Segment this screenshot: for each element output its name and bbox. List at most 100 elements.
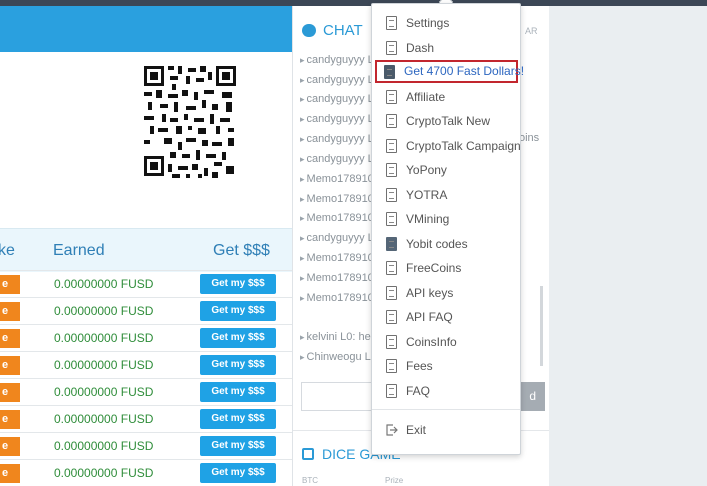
menu-item-cryptotalk-new[interactable]: CryptoTalk New (380, 110, 518, 132)
menu-item-dash[interactable]: Dash (380, 37, 518, 59)
expand-arrow-icon: ▸ (300, 154, 305, 164)
chat-message[interactable]: ▸ candyguyyy L1 (300, 232, 380, 244)
table-row: e 0.00000000 FUSD Get my $$$ (0, 459, 292, 486)
earned-amount: 0.00000000 FUSD (54, 439, 154, 453)
qr-code (142, 62, 238, 180)
expand-arrow-icon: ▸ (300, 273, 305, 283)
earned-column-header: Earned (53, 242, 105, 259)
user-dropdown-menu: Settings Dash Get 4700 Fast Dollars! Aff… (371, 3, 524, 455)
right-background (549, 6, 707, 486)
menu-item-cryptotalk-campaign[interactable]: CryptoTalk Campaign (380, 135, 521, 157)
chat-message[interactable]: ▸ candyguyyy L1 (300, 74, 380, 86)
menu-item-freecoins[interactable]: FreeCoins (380, 257, 518, 279)
page-icon (386, 384, 397, 398)
earned-amount: 0.00000000 FUSD (54, 385, 154, 399)
table-row: e 0.00000000 FUSD Get my $$$ (0, 351, 292, 378)
earned-amount: 0.00000000 FUSD (54, 412, 154, 426)
left-panel: ke Earned Get $$$ e 0.00000000 FUSD Get … (0, 6, 292, 486)
settings-icon (386, 16, 397, 30)
chat-title: CHAT (323, 22, 363, 39)
chat-message[interactable]: ▸ Memo1789108 (300, 272, 380, 284)
get-my-money-button[interactable]: Get my $$$ (200, 409, 276, 429)
wallet-icon (386, 237, 397, 251)
chat-message[interactable]: ▸ Chinweogu L0 (300, 351, 377, 363)
stake-button[interactable]: e (0, 275, 20, 294)
page-icon (386, 90, 397, 104)
expand-arrow-icon: ▸ (300, 213, 305, 223)
expand-arrow-icon: ▸ (300, 293, 305, 303)
chat-message[interactable]: ▸ kelvini L0: hell (300, 331, 376, 343)
menu-item-get-fast-dollars[interactable]: Get 4700 Fast Dollars! (375, 60, 524, 83)
chat-scrollbar[interactable] (540, 286, 543, 366)
earned-amount: 0.00000000 FUSD (54, 358, 154, 372)
stake-button[interactable]: e (0, 383, 20, 402)
table-row: e 0.00000000 FUSD Get my $$$ (0, 324, 292, 351)
table-row: e 0.00000000 FUSD Get my $$$ (0, 378, 292, 405)
stake-button[interactable]: e (0, 410, 20, 429)
earnings-table-header: ke Earned Get $$$ (0, 228, 292, 272)
menu-item-yopony[interactable]: YoPony (380, 159, 518, 181)
exit-icon (386, 424, 398, 436)
earned-amount: 0.00000000 FUSD (54, 466, 154, 480)
menu-item-vmining[interactable]: VMining (380, 208, 518, 230)
chat-message[interactable]: ▸ Memo1789108 (300, 173, 380, 185)
chat-message[interactable]: ▸ candyguyyy L1 (300, 153, 380, 165)
stake-button[interactable]: e (0, 437, 20, 456)
get-my-money-button[interactable]: Get my $$$ (200, 355, 276, 375)
page-icon (386, 359, 397, 373)
page-icon (386, 335, 397, 349)
dice-icon (302, 448, 314, 460)
expand-arrow-icon: ▸ (300, 352, 305, 362)
earned-amount: 0.00000000 FUSD (54, 277, 154, 291)
wallet-icon (384, 65, 395, 79)
chat-message[interactable]: ▸ Memo1789108 (300, 212, 380, 224)
expand-arrow-icon: ▸ (300, 253, 305, 263)
menu-item-exit[interactable]: Exit (380, 419, 518, 441)
stake-button[interactable]: e (0, 356, 20, 375)
menu-item-yobit-codes[interactable]: Yobit codes (380, 233, 518, 255)
menu-item-coinsinfo[interactable]: CoinsInfo (380, 331, 518, 353)
page-icon (386, 261, 397, 275)
menu-item-faq[interactable]: FAQ (380, 380, 518, 402)
get-my-money-button[interactable]: Get my $$$ (200, 463, 276, 483)
menu-item-settings[interactable]: Settings (380, 12, 518, 34)
dice-btc-label: BTC (302, 476, 318, 485)
table-row: e 0.00000000 FUSD Get my $$$ (0, 270, 292, 297)
menu-item-affiliate[interactable]: Affiliate (380, 86, 518, 108)
menu-item-fees[interactable]: Fees (380, 355, 518, 377)
get-my-money-button[interactable]: Get my $$$ (200, 382, 276, 402)
menu-item-api-keys[interactable]: API keys (380, 282, 518, 304)
chat-message[interactable]: ▸ Memo1789108 (300, 193, 380, 205)
earned-amount: 0.00000000 FUSD (54, 331, 154, 345)
get-my-money-button[interactable]: Get my $$$ (200, 328, 276, 348)
expand-arrow-icon: ▸ (300, 75, 305, 85)
chat-message[interactable]: ▸ candyguyyy L1 (300, 133, 380, 145)
chat-message[interactable]: ▸ candyguyyy L1 (300, 113, 380, 125)
get-my-money-button[interactable]: Get my $$$ (200, 436, 276, 456)
page-icon (386, 286, 397, 300)
stake-column-header: ke (0, 242, 15, 259)
page-icon (386, 310, 397, 324)
chat-message[interactable]: ▸ Memo1789108 (300, 252, 380, 264)
get-my-money-button[interactable]: Get my $$$ (200, 301, 276, 321)
stake-button[interactable]: e (0, 302, 20, 321)
table-row: e 0.00000000 FUSD Get my $$$ (0, 297, 292, 324)
chat-message[interactable]: ▸ candyguyyy L1 (300, 54, 380, 66)
page-icon (386, 212, 397, 226)
table-row: e 0.00000000 FUSD Get my $$$ (0, 405, 292, 432)
get-my-money-button[interactable]: Get my $$$ (200, 274, 276, 294)
expand-arrow-icon: ▸ (300, 194, 305, 204)
earned-amount: 0.00000000 FUSD (54, 304, 154, 318)
page-icon (386, 41, 397, 55)
stake-button[interactable]: e (0, 464, 20, 483)
chat-message[interactable]: ▸ Memo1789108 (300, 292, 380, 304)
expand-arrow-icon: ▸ (300, 134, 305, 144)
chat-side-label: AR (525, 26, 538, 36)
menu-item-yotra[interactable]: YOTRA (380, 184, 518, 206)
stake-button[interactable]: e (0, 329, 20, 348)
table-row: e 0.00000000 FUSD Get my $$$ (0, 432, 292, 459)
menu-item-api-faq[interactable]: API FAQ (380, 306, 518, 328)
chat-message[interactable]: ▸ candyguyyy L1 (300, 93, 380, 105)
expand-arrow-icon: ▸ (300, 233, 305, 243)
left-header-bar (0, 6, 292, 52)
